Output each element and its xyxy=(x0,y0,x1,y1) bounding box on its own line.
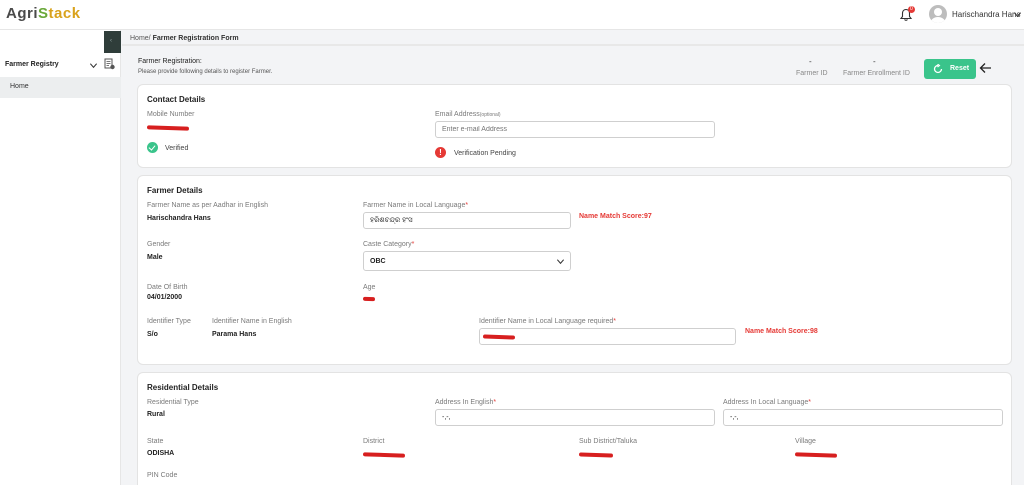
age-label: Age xyxy=(363,284,376,291)
contact-details-title: Contact Details xyxy=(147,95,206,104)
address-english-label-text: Address In English xyxy=(435,399,494,406)
residential-type-label: Residential Type xyxy=(147,399,199,406)
user-name[interactable]: Harischandra Hans xyxy=(952,10,1020,19)
identifier-name-label: Identifier Name in English xyxy=(212,318,292,325)
district-label: District xyxy=(363,438,385,445)
email-verification-status: Verification Pending xyxy=(454,150,516,157)
email-input[interactable] xyxy=(435,121,715,138)
page-subtitle: Please provide following details to regi… xyxy=(138,69,273,75)
residential-details-card: Residential Details Residential Type Rur… xyxy=(137,372,1012,485)
caste-selected-value: OBC xyxy=(370,258,386,265)
breadcrumb-divider xyxy=(122,44,1024,46)
state-label: State xyxy=(147,438,164,445)
mobile-verified-status: Verified xyxy=(165,145,189,152)
address-local-input[interactable]: -,-, xyxy=(723,409,1003,426)
dob-value: 04/01/2000 xyxy=(147,294,183,301)
caste-category-label: Caste Category* xyxy=(363,241,414,248)
email-label: Email Address(optional) xyxy=(435,111,501,118)
breadcrumb-current: Farmer Registration Form xyxy=(152,35,239,42)
name-english-value: Harischandra Hans xyxy=(147,215,211,222)
name-match-score-farmer: Name Match Score:97 xyxy=(579,213,652,220)
redacted-village xyxy=(794,452,838,458)
farmer-id-label: Farmer ID xyxy=(796,70,828,77)
agristack-logo[interactable]: AgriStack xyxy=(6,5,81,22)
page-title: Farmer Registration: xyxy=(138,58,202,65)
farmer-id-value: - xyxy=(809,57,812,66)
name-local-label: Farmer Name in Local Language* xyxy=(363,202,468,209)
notification-badge: 0 xyxy=(908,6,915,13)
residential-details-title: Residential Details xyxy=(147,383,219,392)
identifier-name-value: Parama Hans xyxy=(212,331,257,338)
reset-button[interactable]: Reset xyxy=(924,59,976,79)
subdistrict-label: Sub District/Taluka xyxy=(579,438,637,445)
name-match-score-identifier: Name Match Score:98 xyxy=(745,328,818,335)
caste-category-select[interactable]: OBC xyxy=(363,251,571,271)
farmer-details-card: Farmer Details Farmer Name as per Aadhar… xyxy=(137,175,1012,365)
address-english-input[interactable]: -,-, xyxy=(435,409,715,426)
chevron-down-icon[interactable] xyxy=(1013,10,1022,19)
identifier-type-label: Identifier Type xyxy=(147,318,191,325)
gender-value: Male xyxy=(147,254,163,261)
email-optional-text: (optional) xyxy=(479,112,501,118)
avatar-icon[interactable] xyxy=(929,5,947,23)
sidebar-item-label: Home xyxy=(10,83,29,90)
arrow-left-icon[interactable] xyxy=(979,62,992,74)
email-label-text: Email Address xyxy=(435,111,480,118)
logo-text-tack: tack xyxy=(48,5,81,22)
identifier-local-label: Identifier Name in Local Language requir… xyxy=(479,318,616,325)
pin-code-label: PIN Code xyxy=(147,472,178,479)
sidebar: ‹ Farmer Registry Home xyxy=(0,30,121,485)
exclamation-circle-icon: ! xyxy=(435,147,446,158)
residential-type-value: Rural xyxy=(147,411,165,418)
check-circle-icon xyxy=(147,142,158,153)
required-mark: * xyxy=(613,318,616,325)
logo-text-agri: Agri xyxy=(6,5,38,22)
required-mark: * xyxy=(411,241,415,248)
dob-label: Date Of Birth xyxy=(147,284,188,291)
name-english-label: Farmer Name as per Aadhar in English xyxy=(147,202,268,209)
sidebar-item-home[interactable]: Home xyxy=(0,77,121,98)
reset-label: Reset xyxy=(950,65,970,72)
address-english-label: Address In English* xyxy=(435,399,496,406)
logo-text-s: S xyxy=(38,5,49,22)
required-mark: * xyxy=(493,399,497,406)
state-value: ODISHA xyxy=(147,450,175,457)
address-local-label-text: Address In Local Language xyxy=(723,399,809,406)
enrollment-id-label: Farmer Enrollment ID xyxy=(843,70,910,77)
chevron-down-icon[interactable] xyxy=(556,257,565,266)
name-local-input[interactable]: ହରିଶଚନ୍ଦ୍ର ହଂସ xyxy=(363,212,571,229)
caste-label-text: Caste Category xyxy=(363,241,412,248)
required-mark: * xyxy=(808,399,811,406)
sidebar-item-farmer-registry[interactable]: Farmer Registry xyxy=(5,61,59,68)
breadcrumb-home[interactable]: Home/ xyxy=(130,35,151,42)
name-local-label-text: Farmer Name in Local Language xyxy=(363,202,466,209)
mobile-number-label: Mobile Number xyxy=(147,111,195,118)
identifier-type-value: S/o xyxy=(147,331,158,338)
redacted-age xyxy=(362,296,376,302)
address-local-label: Address In Local Language* xyxy=(723,399,811,406)
collapse-chevron-icon: ‹ xyxy=(110,38,112,44)
village-label: Village xyxy=(795,438,816,445)
redacted-mobile-number xyxy=(146,125,190,131)
identifier-local-input[interactable] xyxy=(479,328,736,345)
contact-details-card: Contact Details Mobile Number Verified E… xyxy=(137,84,1012,168)
breadcrumb: Home/ Farmer Registration Form xyxy=(130,35,239,42)
redacted-subdistrict xyxy=(578,452,614,458)
top-bar: AgriStack 0 Harischandra Hans xyxy=(0,0,1024,30)
gender-label: Gender xyxy=(147,241,171,248)
enrollment-id-value: - xyxy=(873,57,876,66)
chevron-down-icon[interactable] xyxy=(89,61,98,70)
farmer-details-title: Farmer Details xyxy=(147,186,203,195)
document-list-icon[interactable] xyxy=(104,58,115,70)
redacted-district xyxy=(362,452,406,458)
refresh-icon xyxy=(933,64,943,74)
identifier-local-label-text: Identifier Name in Local Language requir… xyxy=(479,318,614,325)
required-mark: * xyxy=(465,202,469,209)
sidebar-collapse-button[interactable]: ‹ xyxy=(104,31,121,53)
